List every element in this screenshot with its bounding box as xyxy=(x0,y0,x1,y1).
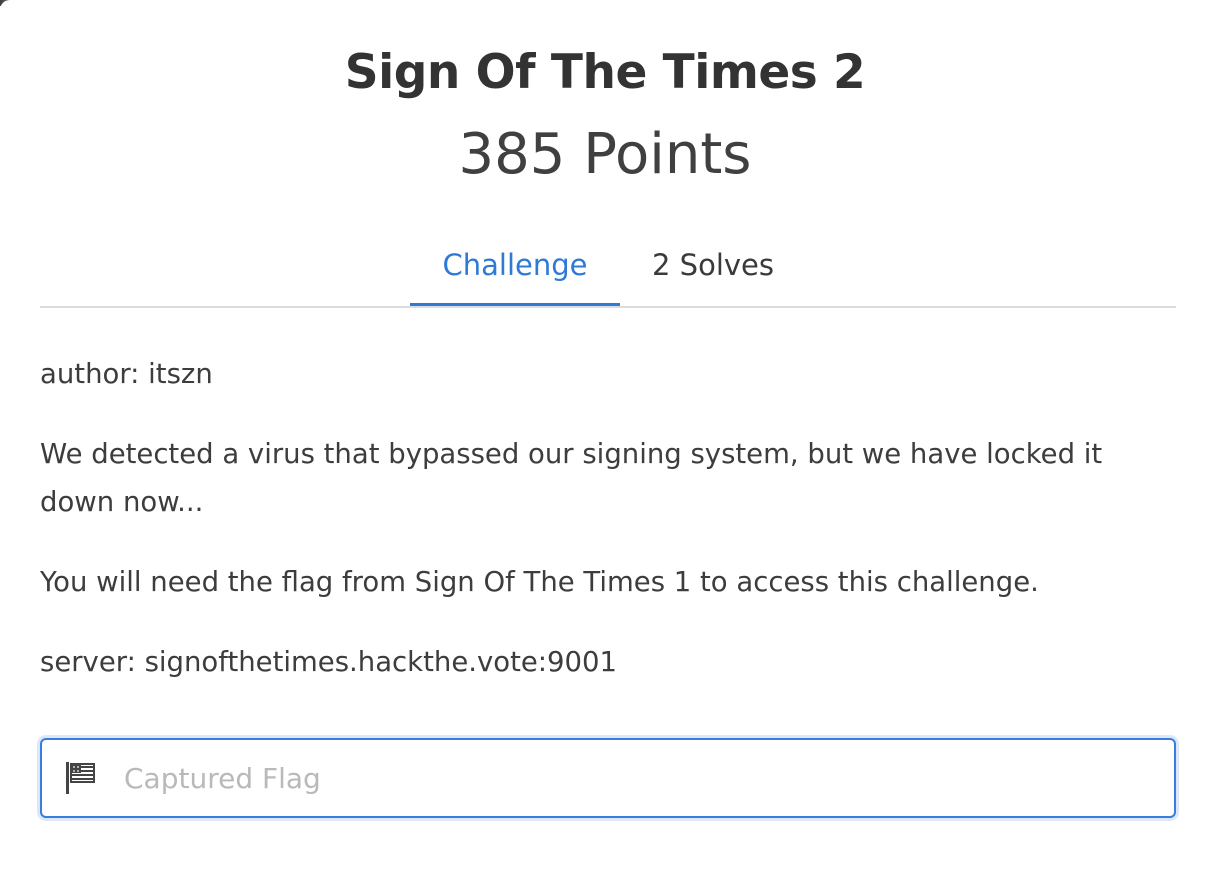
challenge-title: Sign Of The Times 2 xyxy=(344,45,866,100)
challenge-requirement-text: You will need the flag from Sign Of The … xyxy=(40,566,1039,598)
flag-icon xyxy=(64,760,100,796)
tab-challenge[interactable]: Challenge xyxy=(410,230,620,306)
challenge-server: server: signofthetimes.hackthe.vote:9001 xyxy=(40,646,618,678)
flag-input-group[interactable] xyxy=(40,738,1176,818)
challenge-description: author: itszn We detected a virus that b… xyxy=(40,350,1170,718)
challenge-author: author: itszn xyxy=(40,358,213,390)
tab-solves[interactable]: 2 Solves xyxy=(638,230,788,304)
challenge-tabs: Challenge 2 Solves xyxy=(40,230,1176,308)
challenge-points: 385 Points xyxy=(458,122,752,187)
flag-input[interactable] xyxy=(122,748,1156,808)
challenge-modal: Sign Of The Times 2 385 Points Challenge… xyxy=(0,0,1210,896)
challenge-description-text: We detected a virus that bypassed our si… xyxy=(40,438,1103,518)
